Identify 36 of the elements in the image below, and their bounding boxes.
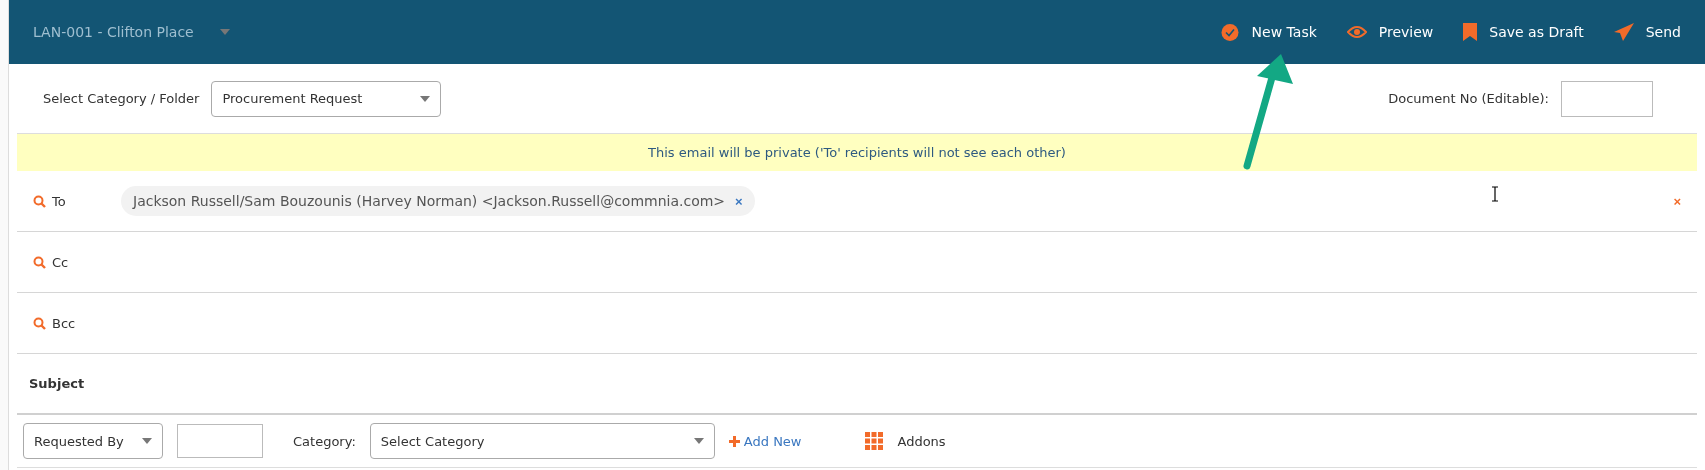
bookmark-icon bbox=[1463, 23, 1478, 41]
field-label: Document No (Editable): bbox=[1388, 91, 1549, 106]
eye-icon bbox=[1346, 25, 1367, 39]
paper-plane-icon bbox=[1613, 23, 1634, 41]
toolbar-button[interactable]: Save as Draft bbox=[1463, 23, 1584, 41]
cursor-icon bbox=[1491, 186, 1499, 202]
caret-icon bbox=[693, 438, 704, 444]
grid-icon bbox=[865, 432, 884, 450]
project-name: LAN-001 - Clifton Place bbox=[33, 24, 194, 40]
category-dropdown[interactable]: Select Category bbox=[369, 423, 715, 459]
recipient-label: Cc bbox=[52, 254, 69, 270]
toolbar-button[interactable]: Preview bbox=[1346, 24, 1434, 40]
search-icon bbox=[33, 194, 46, 208]
toolbar-button[interactable]: Send bbox=[1613, 23, 1681, 41]
subject-label: Subject bbox=[17, 354, 1697, 415]
privacy-notice: This email will be private ('To' recipients will not see each other) bbox=[17, 133, 1697, 171]
toolbar-button[interactable]: New Task bbox=[1219, 22, 1317, 42]
category-dropdown[interactable]: Procurement Request bbox=[211, 80, 442, 117]
recipient-label: Bcc bbox=[52, 315, 76, 331]
addons-button[interactable]: Addons bbox=[865, 432, 946, 450]
field-label: Select Category / Folder bbox=[43, 91, 200, 106]
requested-by-dropdown[interactable]: Requested By bbox=[23, 423, 163, 459]
caret-icon bbox=[219, 29, 230, 35]
clock-check-icon bbox=[1219, 22, 1240, 42]
search-icon bbox=[33, 316, 46, 330]
caret-icon bbox=[420, 95, 431, 102]
add-new-link[interactable]: Add New bbox=[728, 433, 802, 449]
field-label: Category: bbox=[293, 433, 356, 449]
remove-button[interactable]: × bbox=[735, 193, 743, 209]
recipient-address: Jackson Russell/Sam Bouzounis (Harvey Norman) <Jackson.Russell@commnia.com> bbox=[133, 193, 726, 209]
plus-icon bbox=[728, 435, 740, 447]
caret-icon bbox=[142, 438, 152, 444]
input-field[interactable] bbox=[177, 424, 263, 458]
search-icon bbox=[33, 255, 46, 269]
recipient-label: To bbox=[52, 193, 66, 209]
document-number-field[interactable] bbox=[1561, 80, 1653, 117]
